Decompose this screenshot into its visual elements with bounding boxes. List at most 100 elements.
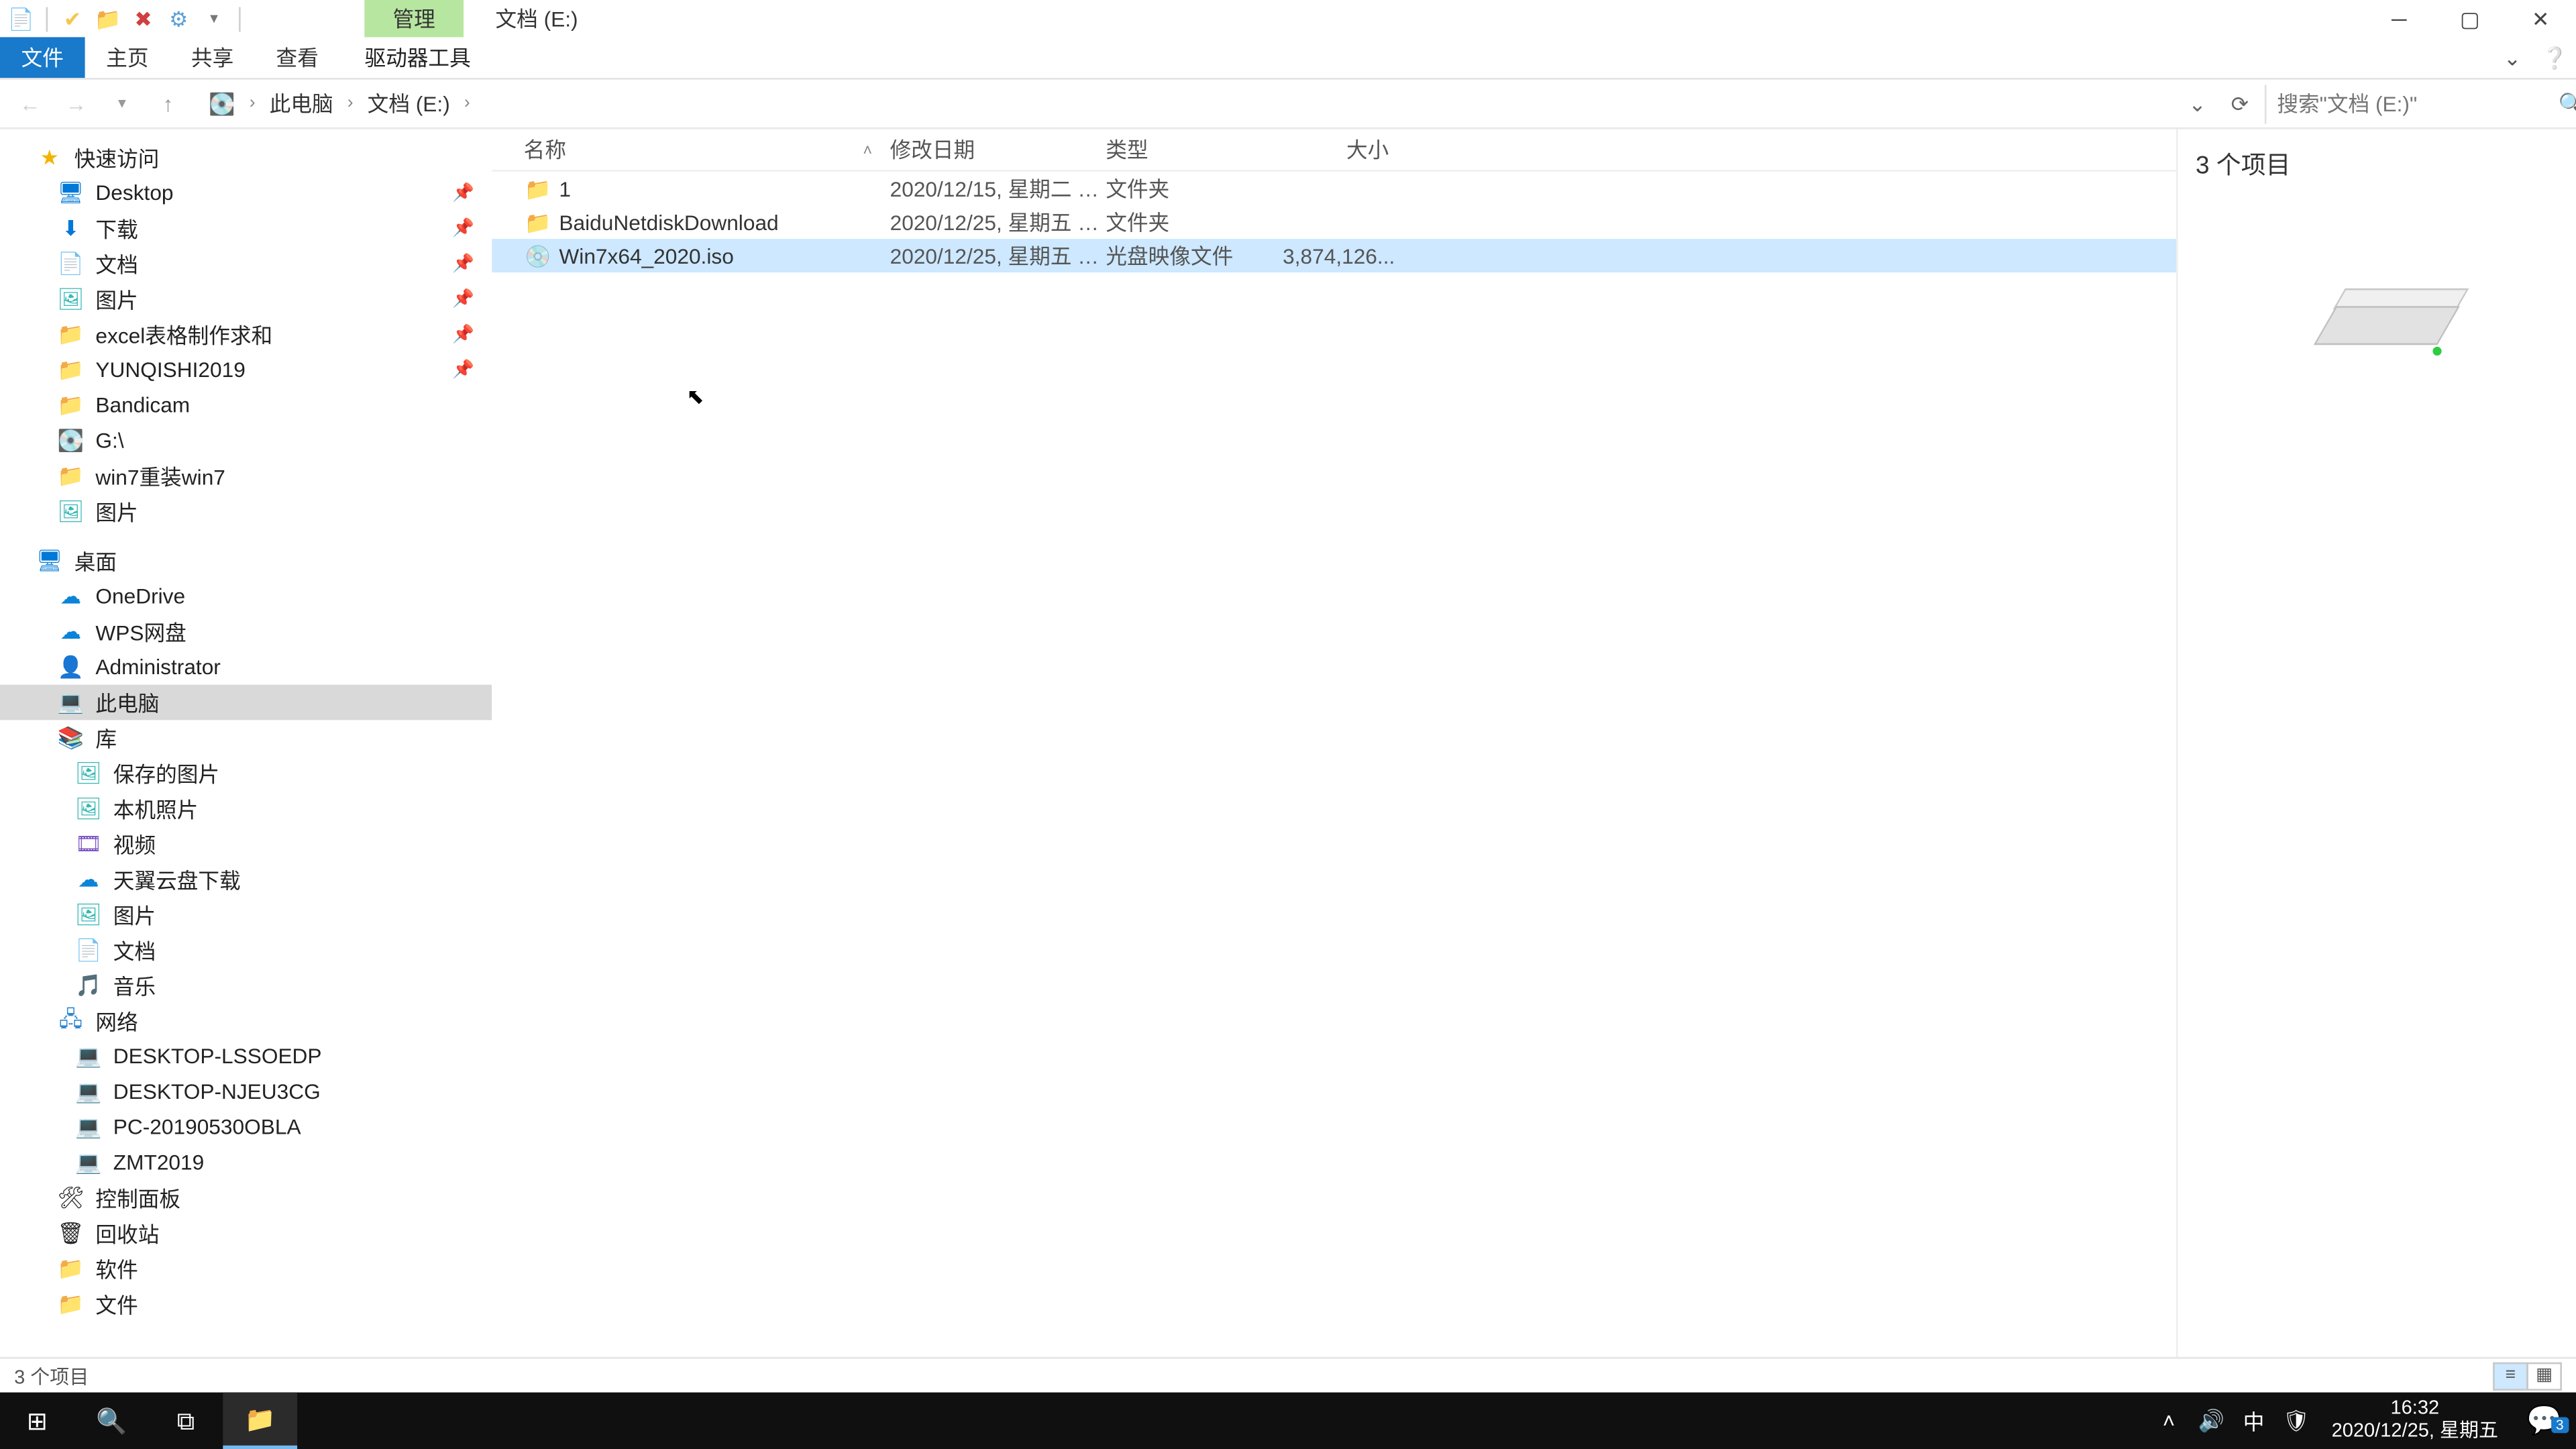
col-header-date[interactable]: 修改日期 xyxy=(890,134,1106,164)
search-icon[interactable]: 🔍 xyxy=(2559,91,2576,116)
control-panel-icon: 🛠 xyxy=(56,1183,85,1212)
library-icon: 📚 xyxy=(56,724,85,752)
tree-net-d2[interactable]: 💻 DESKTOP-NJEU3CG xyxy=(0,1074,492,1110)
col-header-size[interactable]: 大小 xyxy=(1283,134,1389,164)
pin-icon: 📌 xyxy=(452,325,474,344)
tree-yunqishi[interactable]: 📁 YUNQISHI2019📌 xyxy=(0,352,492,388)
tree-excel-req[interactable]: 📁 excel表格制作求和📌 xyxy=(0,317,492,352)
tree-wps[interactable]: ☁ WPS网盘 xyxy=(0,614,492,649)
sort-asc-icon: ˄ xyxy=(863,141,872,158)
view-icons-button[interactable]: ▦ xyxy=(2526,1361,2562,1389)
taskbar-file-explorer[interactable]: 📁 xyxy=(223,1393,297,1449)
tree-net-d1[interactable]: 💻 DESKTOP-LSSOEDP xyxy=(0,1038,492,1074)
file-list-pane[interactable]: 名称 ˄ 修改日期 类型 大小 📁 1 2020/12/15, 星期二 1...… xyxy=(492,129,2178,1357)
maximize-button[interactable]: ▢ xyxy=(2434,0,2505,37)
qat-dropdown-icon[interactable]: ▾ xyxy=(200,5,228,33)
tree-documents[interactable]: 📄 文档📌 xyxy=(0,246,492,282)
col-header-name[interactable]: 名称 ˄ xyxy=(492,134,890,164)
ribbon-expand-icon[interactable]: ⌄ xyxy=(2491,37,2533,78)
close-button[interactable]: ✕ xyxy=(2506,0,2576,37)
titlebar: 📄 ✔ 📁 ✖ ⚙ ▾ 管理 文档 (E:) ─ ▢ ✕ xyxy=(0,0,2576,37)
ribbon-tab-drivetools[interactable]: 驱动器工具 xyxy=(343,37,492,78)
forward-button[interactable]: → xyxy=(56,84,95,123)
file-name: 1 xyxy=(559,176,890,201)
ribbon-tab-file[interactable]: 文件 xyxy=(0,37,85,78)
address-dropdown-icon[interactable]: ⌄ xyxy=(2180,91,2215,116)
tree-files[interactable]: 📁 文件 xyxy=(0,1286,492,1322)
tree-win7reinstall[interactable]: 📁 win7重装win7 xyxy=(0,458,492,494)
tree-saved-pictures[interactable]: 🖼 保存的图片 xyxy=(0,755,492,791)
tray-overflow-icon[interactable]: ˄ xyxy=(2147,1408,2190,1433)
chevron-right-icon[interactable]: › xyxy=(457,94,477,113)
qat-check-icon[interactable]: ✔ xyxy=(58,5,87,33)
col-header-type[interactable]: 类型 xyxy=(1106,134,1283,164)
chevron-right-icon[interactable]: › xyxy=(242,94,262,113)
breadcrumb-this-pc[interactable]: 此电脑 xyxy=(262,89,340,119)
action-center-button[interactable]: 💬 3 xyxy=(2512,1403,2576,1438)
tree-network[interactable]: 🖧 网络 xyxy=(0,1003,492,1038)
refresh-button[interactable]: ⟳ xyxy=(2222,91,2258,116)
tree-tianyi[interactable]: ☁ 天翼云盘下载 xyxy=(0,861,492,897)
volume-icon[interactable]: 🔊 xyxy=(2190,1408,2233,1433)
tree-lib-documents[interactable]: 📄 文档 xyxy=(0,932,492,968)
tree-downloads[interactable]: ⬇ 下载📌 xyxy=(0,211,492,246)
tree-desktop[interactable]: 🖥 Desktop📌 xyxy=(0,175,492,211)
drive-thumbnail xyxy=(2324,288,2448,359)
minimize-button[interactable]: ─ xyxy=(2364,0,2434,37)
view-details-button[interactable]: ≡ xyxy=(2493,1361,2528,1389)
up-button[interactable]: ↑ xyxy=(149,84,188,123)
taskbar-clock[interactable]: 16:32 2020/12/25, 星期五 xyxy=(2318,1398,2513,1444)
tree-software[interactable]: 📁 软件 xyxy=(0,1251,492,1287)
contextual-tab-manage[interactable]: 管理 xyxy=(364,0,464,37)
tree-desktop-root[interactable]: 🖥 桌面 xyxy=(0,543,492,579)
file-type: 文件夹 xyxy=(1106,207,1283,237)
security-icon[interactable]: 🛡 xyxy=(2275,1408,2317,1433)
app-icon: 📄 xyxy=(7,5,36,33)
tree-net-d3[interactable]: 💻 PC-20190530OBLA xyxy=(0,1110,492,1145)
ribbon-tab-home[interactable]: 主页 xyxy=(85,37,170,78)
tree-net-d4[interactable]: 💻 ZMT2019 xyxy=(0,1144,492,1180)
tree-control-panel[interactable]: 🛠 控制面板 xyxy=(0,1180,492,1216)
user-icon: 👤 xyxy=(56,653,85,681)
tree-lib-pictures[interactable]: 🖼 图片 xyxy=(0,897,492,932)
tree-recycle[interactable]: 🗑 回收站 xyxy=(0,1216,492,1251)
file-row[interactable]: 📁 BaiduNetdiskDownload 2020/12/25, 星期五 1… xyxy=(492,205,2176,239)
tree-music[interactable]: 🎵 音乐 xyxy=(0,968,492,1004)
tree-library[interactable]: 📚 库 xyxy=(0,720,492,755)
tree-bandicam[interactable]: 📁 Bandicam xyxy=(0,388,492,423)
ribbon-tab-view[interactable]: 查看 xyxy=(255,37,340,78)
qat-gear-icon[interactable]: ⚙ xyxy=(164,5,193,33)
picture-icon: 🖼 xyxy=(56,497,85,525)
recycle-icon: 🗑 xyxy=(56,1219,85,1247)
file-row[interactable]: 💿 Win7x64_2020.iso 2020/12/25, 星期五 1... … xyxy=(492,239,2176,272)
search-box[interactable]: 🔍 xyxy=(2265,84,2565,123)
task-view-button[interactable]: ⧉ xyxy=(149,1393,223,1449)
tree-camera-roll[interactable]: 🖼 本机照片 xyxy=(0,791,492,826)
qat-close-icon[interactable]: ✖ xyxy=(129,5,158,33)
pc-icon: 💻 xyxy=(74,1077,103,1106)
tree-pictures-2[interactable]: 🖼 图片 xyxy=(0,494,492,529)
tree-videos[interactable]: 🎞 视频 xyxy=(0,826,492,862)
navigation-pane[interactable]: ★ 快速访问 🖥 Desktop📌 ⬇ 下载📌 📄 文档📌 🖼 图片📌 📁 ex… xyxy=(0,129,492,1357)
file-row[interactable]: 📁 1 2020/12/15, 星期二 1... 文件夹 xyxy=(492,172,2176,205)
tree-quick-access[interactable]: ★ 快速访问 xyxy=(0,140,492,175)
tree-onedrive[interactable]: ☁ OneDrive xyxy=(0,578,492,614)
tree-administrator[interactable]: 👤 Administrator xyxy=(0,649,492,685)
help-icon[interactable]: ❔ xyxy=(2534,37,2576,78)
ime-indicator[interactable]: 中 xyxy=(2233,1405,2275,1436)
ribbon-tab-share[interactable]: 共享 xyxy=(170,37,255,78)
tree-pictures[interactable]: 🖼 图片📌 xyxy=(0,281,492,317)
back-button[interactable]: ← xyxy=(11,84,50,123)
tree-g-drive[interactable]: 💽 G:\ xyxy=(0,423,492,458)
history-dropdown-icon[interactable]: ▾ xyxy=(103,84,142,123)
chevron-right-icon[interactable]: › xyxy=(340,94,360,113)
tree-this-pc[interactable]: 💻 此电脑 xyxy=(0,685,492,720)
picture-icon: 🖼 xyxy=(56,285,85,313)
search-button[interactable]: 🔍 xyxy=(74,1393,149,1449)
qat-folder-icon[interactable]: 📁 xyxy=(94,5,122,33)
breadcrumb-drive-e[interactable]: 文档 (E:) xyxy=(360,89,457,119)
start-button[interactable]: ⊞ xyxy=(0,1393,74,1449)
address-bar[interactable]: 💽 › 此电脑 › 文档 (E:) › xyxy=(195,89,2173,119)
search-input[interactable] xyxy=(2277,91,2551,116)
column-headers: 名称 ˄ 修改日期 类型 大小 xyxy=(492,129,2176,172)
